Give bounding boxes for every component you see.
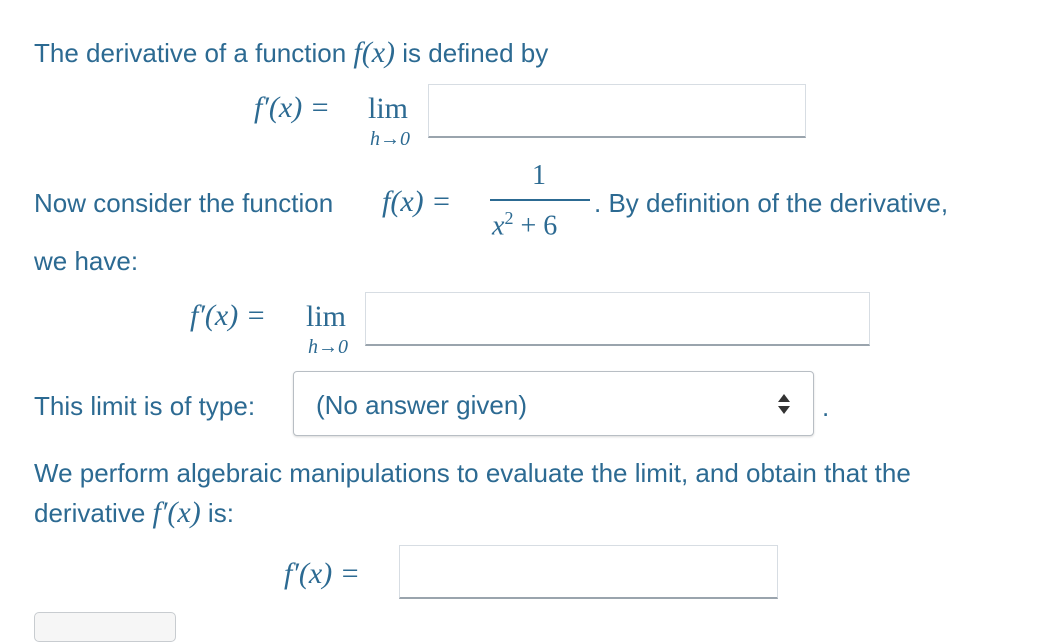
consider-fx: f(x) = (382, 185, 452, 218)
specific-lim: lim (306, 300, 347, 333)
intro-fx: f(x) (353, 36, 396, 69)
limit-type-select[interactable]: (No answer given) (293, 371, 814, 436)
result-fprime: f′(x) (152, 496, 201, 529)
result-line2: derivative f′(x) is: (34, 496, 234, 529)
definition-lim: lim (368, 92, 409, 125)
fraction-bar (490, 199, 590, 201)
consider-text-line2: we have: (34, 246, 139, 276)
definition-lhs: f′(x) = (254, 91, 330, 124)
consider-text-after: . By definition of the derivative, (594, 188, 949, 218)
intro-text: The derivative of a function f(x) is def… (34, 36, 549, 69)
result-lhs: f′(x) = (284, 557, 360, 590)
fraction-numerator: 1 (532, 160, 546, 191)
definition-answer-input[interactable] (428, 84, 806, 138)
fraction-denominator: x2 + 6 (492, 208, 558, 242)
specific-answer-input[interactable] (365, 292, 870, 346)
limit-type-selected: (No answer given) (316, 390, 527, 420)
select-updown-arrows-icon (778, 394, 790, 414)
result-answer-input[interactable] (399, 545, 778, 599)
result-line1: We perform algebraic manipulations to ev… (34, 458, 911, 488)
consider-text-before: Now consider the function (34, 188, 334, 218)
definition-lim-sub: h→0 (370, 128, 410, 150)
submit-button[interactable] (34, 612, 176, 642)
limit-type-label: This limit is of type: (34, 391, 256, 421)
limit-type-period: . (822, 392, 830, 422)
specific-lhs: f′(x) = (190, 299, 266, 332)
specific-lim-sub: h→0 (308, 336, 348, 358)
